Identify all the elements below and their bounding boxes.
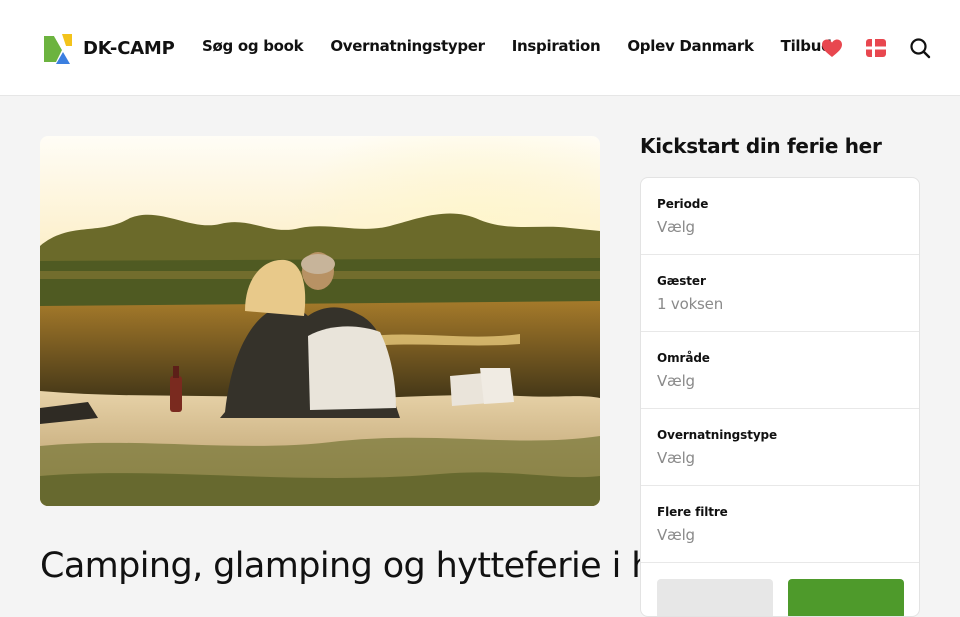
field-gaester[interactable]: Gæster 1 voksen (641, 255, 919, 332)
field-label: Område (657, 351, 710, 365)
field-label: Periode (657, 197, 709, 211)
site-header: DK-CAMP Søg og book Overnatningstyper In… (0, 0, 960, 96)
field-periode[interactable]: Periode Vælg (641, 178, 919, 255)
hero-photo (40, 136, 600, 506)
page-heading: Camping, glamping og hytteferie i hele D… (40, 546, 872, 586)
field-label: Overnatningstype (657, 428, 778, 442)
heart-icon[interactable] (820, 36, 844, 60)
dk-camp-logo[interactable]: DK-CAMP (42, 32, 175, 64)
field-value: Vælg (657, 526, 695, 544)
reset-button[interactable] (657, 579, 773, 616)
field-value: Vælg (657, 372, 695, 390)
field-value: Vælg (657, 449, 695, 467)
field-value: Vælg (657, 218, 695, 236)
field-omraade[interactable]: Område Vælg (641, 332, 919, 409)
search-icon[interactable] (908, 36, 932, 60)
nav-item-oplev-danmark[interactable]: Oplev Danmark (627, 37, 754, 55)
hero-image (40, 136, 600, 506)
nav-item-overnatningstyper[interactable]: Overnatningstyper (330, 37, 485, 55)
danish-flag-icon[interactable] (864, 36, 888, 60)
main-nav: Søg og book Overnatningstyper Inspiratio… (202, 37, 859, 55)
search-button[interactable] (788, 579, 904, 616)
field-overnatningstype[interactable]: Overnatningstype Vælg (641, 409, 919, 486)
booking-panel-title: Kickstart din ferie her (640, 134, 882, 158)
logo-mark-icon (42, 32, 74, 64)
field-label: Flere filtre (657, 505, 728, 519)
nav-item-soeg-og-book[interactable]: Søg og book (202, 37, 304, 55)
field-value: 1 voksen (657, 295, 724, 313)
field-flere-filtre[interactable]: Flere filtre Vælg (641, 486, 919, 563)
booking-form: Periode Vælg Gæster 1 voksen Område Vælg… (640, 177, 920, 617)
field-label: Gæster (657, 274, 706, 288)
nav-item-inspiration[interactable]: Inspiration (512, 37, 601, 55)
logo-text: DK-CAMP (83, 37, 175, 59)
